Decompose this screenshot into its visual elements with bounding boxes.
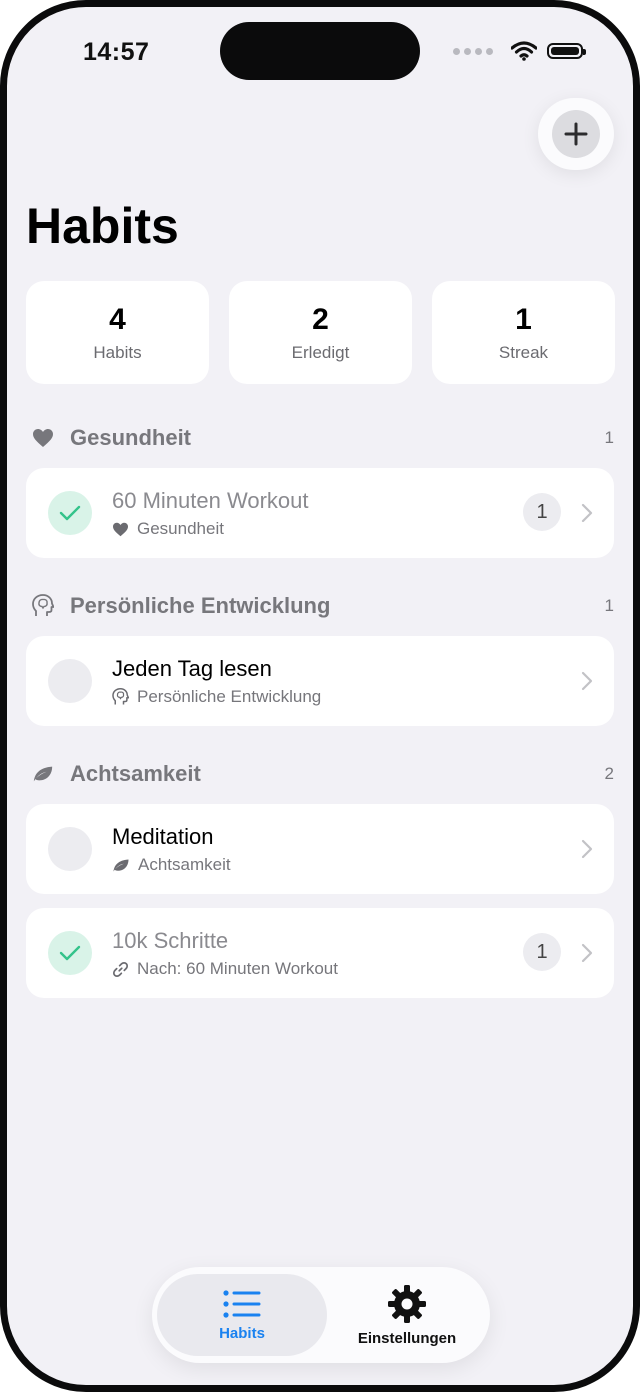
stats-row: 4 Habits 2 Erledigt 1 Streak <box>26 281 615 384</box>
signal-dots-icon <box>453 47 493 55</box>
habit-name: Meditation <box>112 824 214 849</box>
section-header-persoenliche-entwicklung: Persönliche Entwicklung 1 <box>26 591 614 621</box>
link-icon <box>112 961 129 977</box>
habit-row-schritte[interactable]: 10k Schritte Nach: 60 Minuten Workout 1 <box>26 908 614 998</box>
battery-icon <box>547 43 586 59</box>
brain-head-icon <box>32 594 54 617</box>
chevron-right-icon <box>581 503 593 523</box>
chevron-right-icon <box>581 839 593 859</box>
habit-name: 60 Minuten Workout <box>112 488 309 513</box>
status-icons <box>453 41 586 61</box>
streak-badge: 1 <box>523 493 561 531</box>
gear-icon <box>388 1284 426 1323</box>
habit-checkbox[interactable] <box>48 931 92 975</box>
list-icon <box>223 1289 261 1318</box>
section-count: 1 <box>604 428 614 447</box>
section-title: Persönliche Entwicklung <box>70 593 331 618</box>
stat-value: 1 <box>515 302 532 336</box>
habit-row-meditation[interactable]: Meditation Achtsamkeit <box>26 804 614 894</box>
stat-habits: 4 Habits <box>26 281 209 384</box>
habit-subtitle: Gesundheit <box>112 519 224 539</box>
leaf-icon <box>32 763 54 785</box>
leaf-icon <box>113 859 129 871</box>
chevron-right-icon <box>581 943 593 963</box>
wifi-icon <box>511 41 537 61</box>
habit-subtitle-text: Achtsamkeit <box>138 855 231 874</box>
checkmark-icon <box>59 945 81 961</box>
tab-habits[interactable]: Habits <box>157 1274 327 1356</box>
section-count: 2 <box>604 764 614 783</box>
stat-label: Streak <box>498 342 549 362</box>
heart-icon <box>32 427 54 449</box>
phone-screen: 14:57 Habits 4 Habits 2 Erledigt 1 Strea… <box>0 0 640 1392</box>
brain-head-icon <box>112 688 129 705</box>
tab-bar: Habits Einstellungen <box>152 1267 490 1363</box>
stat-value: 4 <box>109 302 126 336</box>
section-title: Achtsamkeit <box>70 761 201 786</box>
stat-label: Habits <box>93 342 142 362</box>
checkmark-icon <box>59 505 81 521</box>
section-header-gesundheit: Gesundheit 1 <box>26 423 614 453</box>
dynamic-island <box>220 22 420 80</box>
chevron-right-icon <box>581 671 593 691</box>
habit-name: Jeden Tag lesen <box>112 656 272 681</box>
status-time: 14:57 <box>83 38 150 66</box>
page-title: Habits <box>26 198 179 254</box>
habit-subtitle: Nach: 60 Minuten Workout <box>112 959 338 979</box>
habit-checkbox[interactable] <box>48 827 92 871</box>
habit-row-lesen[interactable]: Jeden Tag lesen Persönliche Entwicklung <box>26 636 614 726</box>
habit-checkbox[interactable] <box>48 659 92 703</box>
streak-badge: 1 <box>523 933 561 971</box>
stat-streak: 1 Streak <box>432 281 615 384</box>
stat-value: 2 <box>312 302 329 336</box>
add-habit-button[interactable] <box>538 98 614 170</box>
plus-icon <box>552 110 600 158</box>
section-count: 1 <box>604 596 614 615</box>
habit-row-workout[interactable]: 60 Minuten Workout Gesundheit 1 <box>26 468 614 558</box>
habit-subtitle: Persönliche Entwicklung <box>112 687 321 707</box>
stat-label: Erledigt <box>291 342 350 362</box>
tab-label: Einstellungen <box>357 1329 457 1347</box>
section-title: Gesundheit <box>70 425 192 450</box>
section-header-achtsamkeit: Achtsamkeit 2 <box>26 759 614 789</box>
tab-label: Habits <box>219 1324 265 1342</box>
tab-settings[interactable]: Einstellungen <box>332 1274 482 1356</box>
habit-checkbox[interactable] <box>48 491 92 535</box>
habit-subtitle: Achtsamkeit <box>112 855 231 875</box>
stat-done: 2 Erledigt <box>229 281 412 384</box>
habit-subtitle-text: Gesundheit <box>137 519 224 538</box>
habit-subtitle-text: Persönliche Entwicklung <box>137 687 322 706</box>
habit-name: 10k Schritte <box>112 928 229 953</box>
heart-icon <box>113 522 128 536</box>
habit-subtitle-text: Nach: 60 Minuten Workout <box>137 959 338 978</box>
